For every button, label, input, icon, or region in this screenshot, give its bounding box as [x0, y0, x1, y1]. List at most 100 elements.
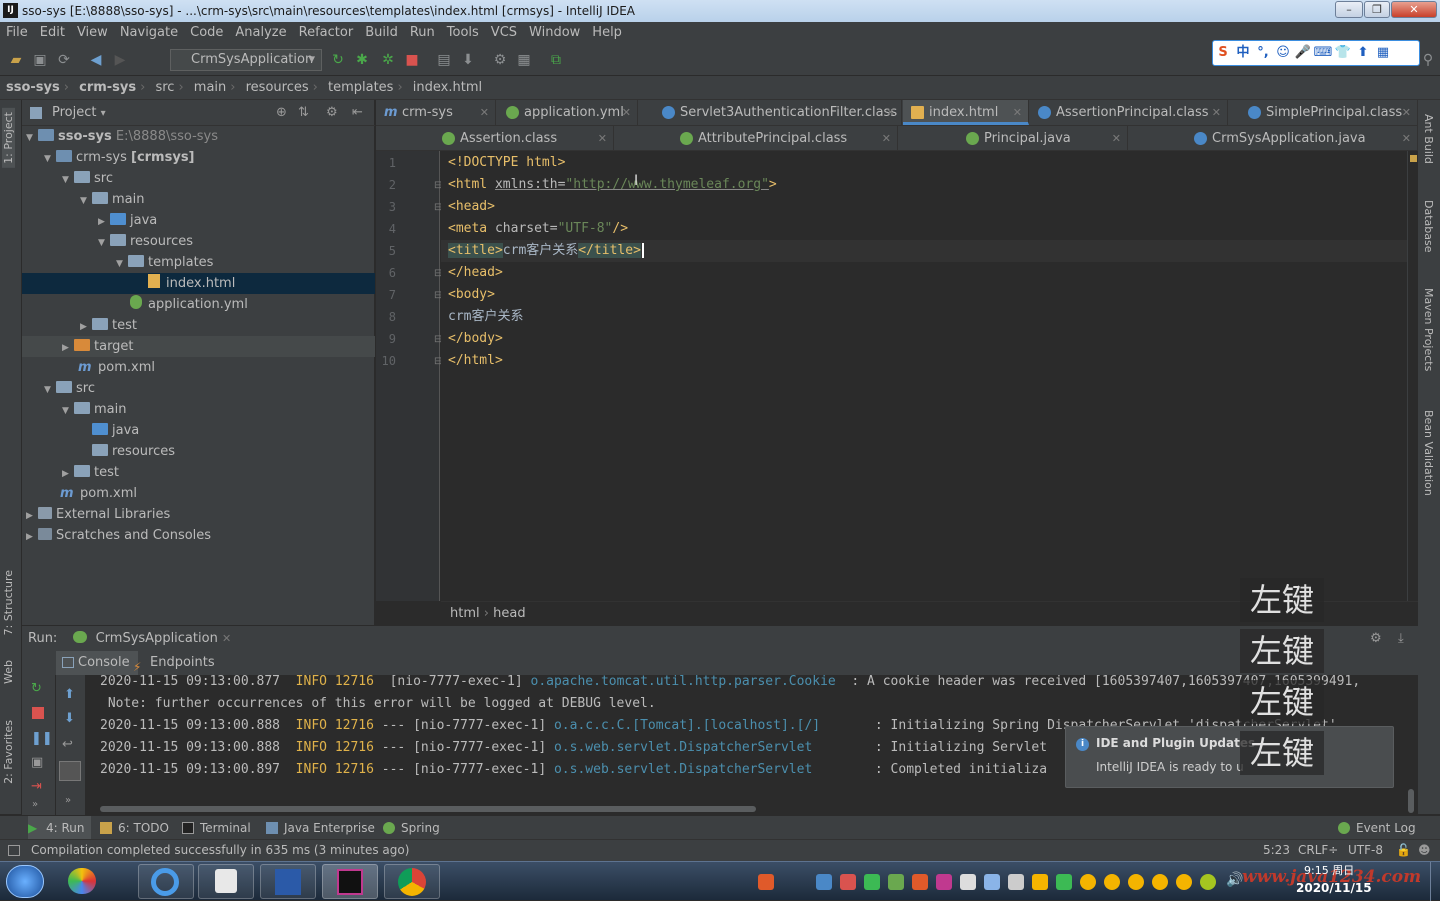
tray-s-icon[interactable] — [912, 874, 928, 890]
taskbar-app-q-icon[interactable] — [138, 864, 194, 899]
menu-edit[interactable]: Edit — [34, 22, 71, 44]
close-window-button[interactable]: ✕ — [1391, 1, 1437, 18]
tree-item-external-libraries[interactable]: ▶ External Libraries — [22, 504, 375, 525]
taskbar-app-intellij-icon[interactable] — [322, 864, 378, 899]
menu-refactor[interactable]: Refactor — [293, 22, 360, 44]
ime-item[interactable]: 中 — [1233, 41, 1253, 65]
tab-console[interactable]: Console — [56, 651, 138, 675]
camera-icon[interactable]: ▣ — [31, 755, 43, 770]
tab-crm-sys-application[interactable]: CrmSysApplication.java ✕ — [1186, 126, 1418, 151]
project-view-select[interactable]: Project — [52, 105, 96, 120]
tray-cube-icon[interactable] — [816, 874, 832, 890]
close-icon[interactable]: ✕ — [886, 100, 895, 125]
close-icon[interactable]: ✕ — [1402, 100, 1411, 125]
menu-navigate[interactable]: Navigate — [114, 22, 184, 44]
down-arrow-icon[interactable]: ⬇ — [64, 711, 75, 726]
tab-assertion-class[interactable]: Assertion.class ✕ — [434, 126, 614, 151]
soft-wrap-icon[interactable]: ↩ — [62, 737, 73, 752]
tab-attribute-principal[interactable]: AttributePrincipal.class ✕ — [672, 126, 898, 151]
settings-icon[interactable]: ⚙ — [492, 52, 508, 68]
maximize-button[interactable]: ❐ — [1364, 1, 1390, 18]
open-folder-icon[interactable]: ▰ — [8, 52, 24, 68]
tree-item-src[interactable]: ▼ src — [22, 168, 375, 189]
menu-build[interactable]: Build — [359, 22, 404, 44]
menu-file[interactable]: File — [0, 22, 34, 44]
clock-date[interactable]: 2020/11/15 — [1296, 880, 1372, 896]
tray-qq-icon[interactable] — [1152, 874, 1168, 890]
project-tool-button[interactable]: 1: Project — [2, 108, 15, 168]
editor-scroll-markers[interactable] — [1407, 151, 1418, 601]
crumb-head[interactable]: head — [493, 606, 525, 621]
expand-icon[interactable]: » — [32, 799, 38, 810]
ime-item[interactable]: ▦ — [1373, 41, 1393, 65]
event-log-tool-button[interactable]: Event Log — [1338, 816, 1416, 840]
close-icon[interactable]: ✕ — [480, 100, 489, 125]
scroll-to-end-icon[interactable] — [59, 761, 81, 781]
forward-arrow-icon[interactable]: ▶ — [112, 52, 128, 68]
ime-item[interactable]: ☺ — [1273, 41, 1293, 65]
tab-crm-sys[interactable]: m crm-sys ✕ — [376, 100, 496, 125]
breadcrumb-crm-sys[interactable]: crm-sys — [73, 76, 140, 100]
sync-icon[interactable]: ⟳ — [56, 52, 72, 68]
menu-code[interactable]: Code — [184, 22, 229, 44]
maven-projects-tool-button[interactable]: Maven Projects — [1422, 288, 1435, 371]
stop-icon[interactable] — [32, 707, 44, 719]
tree-item-test-root[interactable]: ▶ test — [22, 462, 375, 483]
taskbar-app-editor-icon[interactable] — [260, 864, 316, 899]
tray-shield-icon[interactable] — [864, 874, 880, 890]
spring-tool-button[interactable]: Spring — [383, 816, 440, 840]
tray-qq-icon[interactable] — [1128, 874, 1144, 890]
hide-panel-icon[interactable]: ⇤ — [352, 100, 363, 126]
tab-principal-java[interactable]: Principal.java ✕ — [958, 126, 1128, 151]
code-editor[interactable]: <!DOCTYPE html> <html xmlns:th="http://w… — [441, 151, 1407, 601]
menu-analyze[interactable]: Analyze — [229, 22, 292, 44]
tray-qq-icon[interactable] — [1080, 874, 1096, 890]
tray-nvidia-icon[interactable] — [888, 874, 904, 890]
breadcrumb-resources[interactable]: resources — [240, 76, 313, 100]
tray-app-icon[interactable] — [840, 874, 856, 890]
project-structure-icon[interactable]: ▦ — [516, 52, 532, 68]
stop-icon[interactable]: ■ — [404, 52, 420, 68]
expand-icon[interactable]: » — [65, 795, 71, 806]
menu-vcs[interactable]: VCS — [485, 22, 523, 44]
breadcrumb-sso-sys[interactable]: sso-sys — [0, 76, 64, 100]
taskbar-app-pinwheel-icon[interactable] — [56, 864, 112, 899]
tray-usb-icon[interactable] — [1008, 874, 1024, 890]
tab-servlet3-filter[interactable]: Servlet3AuthenticationFilter.class ✕ — [654, 100, 902, 125]
java-enterprise-tool-button[interactable]: Java Enterprise — [266, 816, 375, 840]
close-icon[interactable]: ✕ — [882, 126, 891, 151]
close-icon[interactable]: ✕ — [1212, 100, 1221, 125]
rerun-icon[interactable]: ↻ — [31, 681, 42, 696]
terminal-tool-button[interactable]: Terminal — [182, 816, 251, 840]
ime-item[interactable]: °, — [1253, 41, 1273, 65]
scroll-from-source-icon[interactable]: ⊕ — [276, 100, 287, 126]
show-desktop-button[interactable] — [1430, 862, 1440, 901]
tree-item-index-html[interactable]: index.html — [22, 273, 375, 294]
breadcrumb-index-html[interactable]: index.html — [407, 76, 486, 100]
tree-item-sso-sys[interactable]: ▼ sso-sys E:\8888\sso-sys — [22, 126, 375, 147]
tray-qq-icon[interactable] — [1176, 874, 1192, 890]
todo-tool-button[interactable]: 6: TODO — [100, 816, 169, 840]
tree-item-target[interactable]: ▶ target — [22, 336, 375, 357]
git-icon[interactable]: ☻ — [1418, 840, 1431, 861]
breadcrumb-src[interactable]: src — [149, 76, 178, 100]
tray-net-icon[interactable] — [984, 874, 1000, 890]
gear-icon[interactable]: ⚙ — [326, 100, 338, 126]
up-arrow-icon[interactable]: ⬆ — [64, 687, 75, 702]
pause-icon[interactable]: ❚❚ — [31, 731, 53, 746]
favorites-tool-button[interactable]: 2: Favorites — [2, 720, 15, 784]
collapse-all-icon[interactable]: ⇅ — [298, 100, 309, 126]
toggle-tool-windows-icon[interactable] — [8, 845, 20, 856]
tray-qq-icon[interactable] — [1104, 874, 1120, 890]
tree-item-crm-sys[interactable]: ▼ crm-sys [crmsys] — [22, 147, 375, 168]
start-button[interactable] — [6, 865, 44, 898]
close-icon[interactable]: ✕ — [1013, 100, 1022, 125]
ime-item[interactable]: ⬆ — [1353, 41, 1373, 65]
tree-item-pom-xml-root[interactable]: m pom.xml — [22, 483, 375, 504]
lock-icon[interactable]: 🔓 — [1396, 840, 1411, 861]
run-tool-button[interactable]: ▶ 4: Run — [28, 816, 91, 840]
ime-item[interactable]: ⌨ — [1313, 41, 1333, 65]
structure-tool-button[interactable]: 7: Structure — [2, 570, 15, 635]
menu-view[interactable]: View — [71, 22, 114, 44]
close-icon[interactable]: ✕ — [598, 126, 607, 151]
